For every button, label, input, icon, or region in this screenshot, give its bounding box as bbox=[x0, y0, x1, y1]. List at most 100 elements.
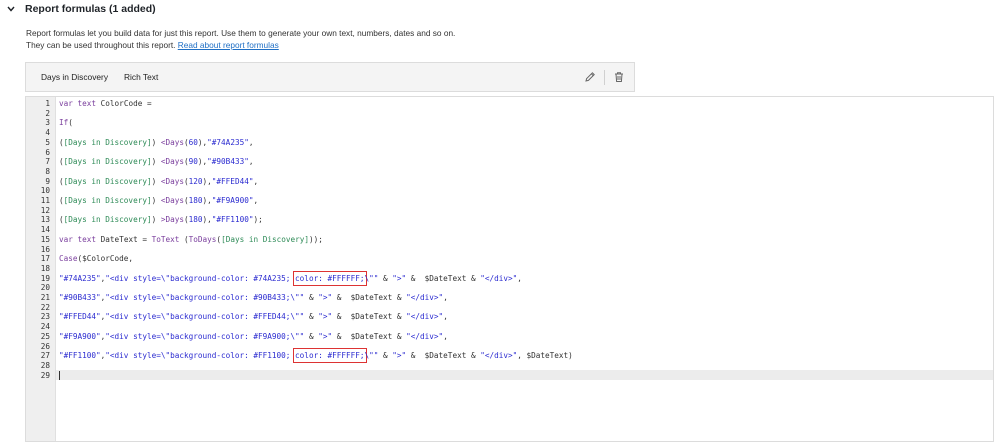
code-line[interactable]: 24 bbox=[26, 322, 993, 332]
code-text: "#FFED44", "<div style=\"background-color… bbox=[59, 312, 448, 322]
line-number: 12 bbox=[40, 205, 50, 215]
code-line[interactable]: 10 bbox=[26, 186, 993, 196]
code-token: 60 bbox=[188, 137, 198, 147]
code-token: "#FFED44" bbox=[211, 176, 254, 186]
code-line[interactable]: 12 bbox=[26, 206, 993, 216]
code-token: ">" bbox=[392, 273, 407, 283]
code-line[interactable]: 19 "#74A235", "<div style=\"background-col… bbox=[26, 274, 993, 284]
line-number: 15 bbox=[40, 234, 50, 244]
code-text: ([Days in Discovery]) <Days(90),"#90B433… bbox=[59, 157, 253, 167]
code-token: & bbox=[304, 293, 319, 302]
code-line[interactable]: 26 bbox=[26, 342, 993, 352]
line-number: 5 bbox=[45, 137, 50, 147]
code-token: ">" bbox=[318, 331, 333, 341]
code-token: ) bbox=[151, 176, 161, 186]
code-line[interactable]: 4 bbox=[26, 128, 993, 138]
toolbar-divider bbox=[604, 70, 605, 85]
code-token: If bbox=[59, 118, 69, 128]
code-line[interactable]: 7 ([Days in Discovery]) <Days(90),"#90B43… bbox=[26, 157, 993, 167]
code-token: ), bbox=[197, 157, 208, 167]
code-line[interactable]: 28 bbox=[26, 361, 993, 371]
line-number: 28 bbox=[40, 360, 50, 370]
chevron-down-icon[interactable] bbox=[6, 4, 16, 14]
line-number: 24 bbox=[40, 322, 50, 332]
code-line[interactable]: 23 "#FFED44", "<div style=\"background-col… bbox=[26, 312, 993, 322]
code-token: [Days in Discovery] bbox=[221, 234, 309, 244]
line-number: 17 bbox=[40, 254, 50, 264]
code-token: & bbox=[304, 331, 319, 341]
code-token: DateText = bbox=[100, 234, 152, 244]
code-token: "#FFED44" bbox=[59, 312, 101, 322]
code-line[interactable]: 5 ([Days in Discovery]) <Days(60),"#74A23… bbox=[26, 138, 993, 148]
code-token: "</div>" bbox=[406, 293, 444, 302]
section-header[interactable]: Report formulas (1 added) bbox=[0, 0, 999, 18]
code-token: "</div>" bbox=[480, 273, 518, 283]
code-token: ( bbox=[68, 118, 73, 128]
code-token: [Days in Discovery] bbox=[63, 157, 152, 167]
code-line[interactable]: 21 "#90B433", "<div style=\"background-col… bbox=[26, 293, 993, 303]
formula-name[interactable]: Days in Discovery bbox=[41, 72, 108, 82]
code-line[interactable]: 6 bbox=[26, 148, 993, 158]
code-token: ">" bbox=[318, 293, 333, 302]
code-line[interactable]: 11 ([Days in Discovery]) <Days(180),"#F9A… bbox=[26, 196, 993, 206]
code-token: [Days in Discovery] bbox=[63, 196, 152, 205]
code-line[interactable]: 8 bbox=[26, 167, 993, 177]
line-number: 22 bbox=[40, 302, 50, 312]
code-token: <Days bbox=[160, 196, 184, 205]
section-description: Report formulas let you build data for j… bbox=[26, 27, 455, 51]
code-editor[interactable]: 1 var text ColorCode = 2 3 If(4 5 ([Days in Di… bbox=[25, 96, 994, 442]
code-token: & $DateText & bbox=[332, 293, 407, 302]
code-token: ) bbox=[151, 157, 161, 167]
code-line[interactable]: 20 bbox=[26, 283, 993, 293]
code-token: "<div style=\"background-color: #90B433;… bbox=[105, 293, 305, 302]
code-token: & bbox=[378, 351, 393, 361]
code-line[interactable]: 3 If( bbox=[26, 118, 993, 128]
code-line[interactable]: 17 Case($ColorCode, bbox=[26, 254, 993, 264]
code-token: & $DateText & bbox=[406, 351, 481, 361]
line-number: 18 bbox=[40, 263, 50, 273]
code-line[interactable]: 2 bbox=[26, 109, 993, 119]
formula-type[interactable]: Rich Text bbox=[124, 72, 158, 82]
code-token: "#FF1100" bbox=[211, 215, 254, 225]
code-text: ([Days in Discovery]) <Days(120),"#FFED4… bbox=[59, 177, 258, 187]
code-line[interactable]: 15 var text DateText = ToText (ToDays([Da… bbox=[26, 235, 993, 245]
code-token: ), bbox=[202, 215, 212, 225]
code-token: 180 bbox=[188, 215, 203, 225]
code-line[interactable]: 13 ([Days in Discovery]) >Days(180),"#FF1… bbox=[26, 215, 993, 225]
line-number: 8 bbox=[45, 166, 50, 176]
code-token: & bbox=[378, 273, 393, 283]
code-line[interactable]: 22 bbox=[26, 303, 993, 313]
line-number: 19 bbox=[40, 273, 50, 283]
code-token: ), bbox=[197, 137, 208, 147]
code-token: ">" bbox=[318, 312, 333, 322]
code-line[interactable]: 25 "#F9A900", "<div style=\"background-col… bbox=[26, 332, 993, 342]
code-line[interactable]: 16 bbox=[26, 245, 993, 255]
code-text: "#90B433", "<div style=\"background-color… bbox=[59, 293, 448, 303]
code-line[interactable]: 9 ([Days in Discovery]) <Days(120),"#FFED… bbox=[26, 177, 993, 187]
code-token: , $DateText) bbox=[517, 351, 573, 361]
read-about-formulas-link[interactable]: Read about report formulas bbox=[178, 40, 279, 50]
code-line[interactable]: 14 bbox=[26, 225, 993, 235]
code-token: [Days in Discovery] bbox=[63, 137, 152, 147]
code-token: "#FF1100" bbox=[59, 351, 101, 361]
pencil-icon[interactable] bbox=[582, 69, 598, 85]
code-token: & bbox=[304, 312, 319, 322]
code-token: ) bbox=[151, 215, 161, 225]
trash-icon[interactable] bbox=[611, 69, 627, 85]
code-token: & $DateText & bbox=[332, 331, 407, 341]
code-text: var text ColorCode = bbox=[59, 99, 152, 109]
formula-bar: Days in Discovery Rich Text bbox=[25, 62, 635, 92]
code-line[interactable]: 27 "#FF1100","<div style=\"background-col… bbox=[26, 351, 993, 361]
code-token: ) bbox=[151, 196, 161, 205]
code-line[interactable]: 1 var text ColorCode = bbox=[26, 99, 993, 109]
description-line-2-text: They can be used throughout this report. bbox=[26, 40, 176, 50]
code-token: Case bbox=[59, 254, 78, 264]
code-token: ); bbox=[253, 215, 263, 225]
code-token: "<div style=\"background-color: #F9A900;… bbox=[105, 331, 305, 341]
code-text: ([Days in Discovery]) >Days(180),"#FF110… bbox=[59, 215, 263, 225]
code-token: "</div>" bbox=[480, 351, 518, 361]
code-line[interactable]: 18 bbox=[26, 264, 993, 274]
code-token: ($ColorCode, bbox=[77, 254, 134, 264]
code-line[interactable]: 29 bbox=[26, 371, 993, 381]
code-token: "</div>" bbox=[406, 331, 444, 341]
